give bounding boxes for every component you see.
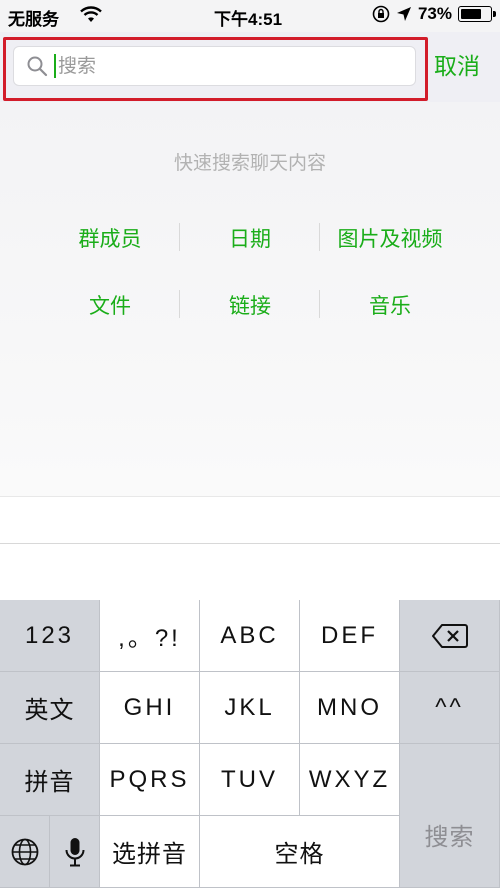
filter-group-members[interactable]: 群成员 xyxy=(40,222,180,253)
cancel-button[interactable]: 取消 xyxy=(434,47,480,81)
carrier-label: 无服务 xyxy=(8,10,59,29)
keyboard: 123 ,。?! ABC DEF 英文 GHI JKL MNO ^^ 拼音 PQ… xyxy=(0,600,500,888)
key-tuv[interactable]: TUV xyxy=(200,744,300,816)
key-english[interactable]: 英文 xyxy=(0,672,100,744)
search-hint: 快速搜索聊天内容 xyxy=(173,152,326,174)
backspace-icon xyxy=(431,623,468,648)
battery-percent: 73% xyxy=(417,4,452,23)
key-abc[interactable]: ABC xyxy=(200,600,300,672)
filter-date[interactable]: 日期 xyxy=(180,222,320,253)
key-mno[interactable]: MNO xyxy=(300,672,400,744)
search-highlight-box xyxy=(3,37,428,101)
filter-grid: 群成员 日期 图片及视频 文件 链接 音乐 xyxy=(40,204,480,338)
microphone-icon xyxy=(65,837,84,866)
key-pinyin[interactable]: 拼音 xyxy=(0,744,100,816)
key-jkl[interactable]: JKL xyxy=(200,672,300,744)
key-pqrs[interactable]: PQRS xyxy=(100,744,200,816)
battery-fill xyxy=(461,9,481,19)
status-bar: 无服务 下午4:51 73% xyxy=(0,0,500,32)
keyboard-accessory-area xyxy=(0,496,500,600)
divider xyxy=(0,543,500,544)
wifi-icon xyxy=(80,6,102,22)
rotation-lock-icon xyxy=(372,5,390,23)
key-ghi[interactable]: GHI xyxy=(100,672,200,744)
battery-icon xyxy=(458,6,496,22)
key-123[interactable]: 123 xyxy=(0,600,100,672)
search-body: 快速搜索聊天内容 群成员 日期 图片及视频 文件 链接 音乐 xyxy=(0,102,500,496)
key-select-pinyin[interactable]: 选拼音 xyxy=(100,816,200,888)
microphone-key[interactable] xyxy=(50,816,100,888)
key-punctuation[interactable]: ,。?! xyxy=(100,600,200,672)
filter-photos-videos[interactable]: 图片及视频 xyxy=(320,223,460,253)
filter-music[interactable]: 音乐 xyxy=(320,290,460,320)
globe-icon xyxy=(11,838,38,865)
filter-row: 群成员 日期 图片及视频 xyxy=(40,204,480,271)
key-def[interactable]: DEF xyxy=(300,600,400,672)
space-key[interactable]: 空格 xyxy=(200,816,400,888)
location-arrow-icon xyxy=(396,7,411,21)
filter-files[interactable]: 文件 xyxy=(40,289,180,320)
globe-key[interactable] xyxy=(0,816,50,888)
clock: 下午4:51 xyxy=(214,10,283,29)
key-emoticon[interactable]: ^^ xyxy=(400,672,500,744)
filter-links[interactable]: 链接 xyxy=(180,289,320,320)
key-wxyz[interactable]: WXYZ xyxy=(300,744,400,816)
search-key[interactable]: 搜索 xyxy=(400,744,500,888)
backspace-key[interactable] xyxy=(400,600,500,672)
filter-row: 文件 链接 音乐 xyxy=(40,271,480,338)
search-key-label: 搜索 xyxy=(424,823,475,851)
